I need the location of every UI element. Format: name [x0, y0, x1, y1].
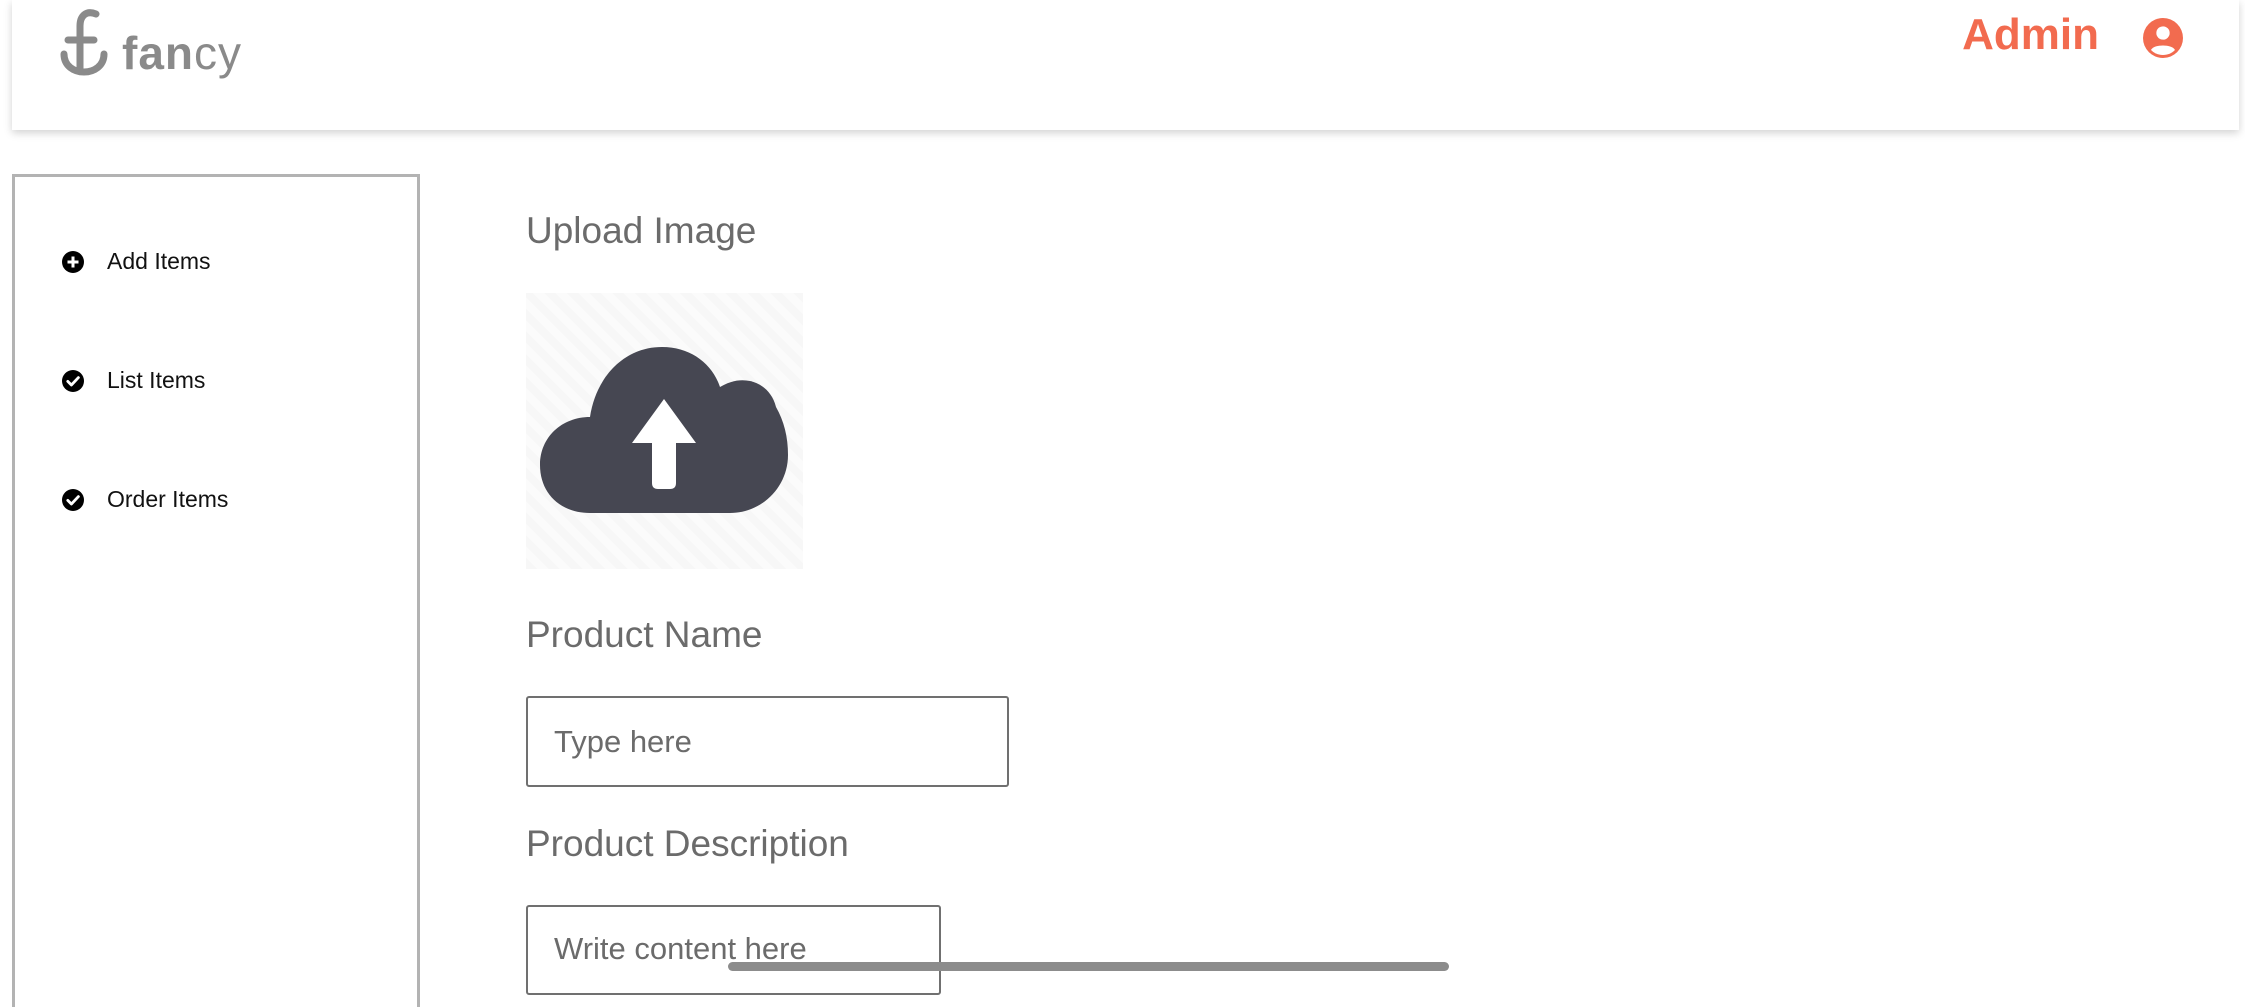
brand-logo[interactable]: fancy — [58, 0, 242, 80]
user-role-label: Admin — [1962, 10, 2099, 59]
product-name-label: Product Name — [526, 614, 763, 655]
upload-image-label: Upload Image — [526, 210, 757, 251]
brand-name: fancy — [122, 27, 242, 79]
check-circle-icon — [62, 369, 84, 392]
top-navbar: fancy Admin — [12, 0, 2239, 130]
horizontal-scrollbar[interactable] — [728, 962, 1449, 971]
sidebar-item-label: Add Items — [107, 248, 211, 274]
product-name-input[interactable] — [526, 696, 1009, 787]
sidebar-item-order-items[interactable]: Order Items — [61, 486, 228, 513]
cloud-upload-icon — [540, 347, 788, 513]
plus-circle-icon — [62, 250, 84, 273]
product-description-label: Product Description — [526, 823, 849, 864]
check-circle-icon — [62, 488, 84, 511]
sidebar: Add Items List Items Order Items — [12, 174, 420, 1007]
sidebar-item-label: List Items — [107, 367, 206, 393]
product-description-textarea[interactable] — [526, 905, 941, 995]
sidebar-item-add-items[interactable]: Add Items — [61, 248, 211, 275]
sidebar-item-label: Order Items — [107, 486, 229, 512]
upload-image-dropzone[interactable] — [526, 293, 803, 569]
account-circle-icon[interactable] — [2143, 18, 2183, 58]
sidebar-item-list-items[interactable]: List Items — [61, 367, 205, 394]
fancy-logo-icon — [60, 9, 108, 76]
